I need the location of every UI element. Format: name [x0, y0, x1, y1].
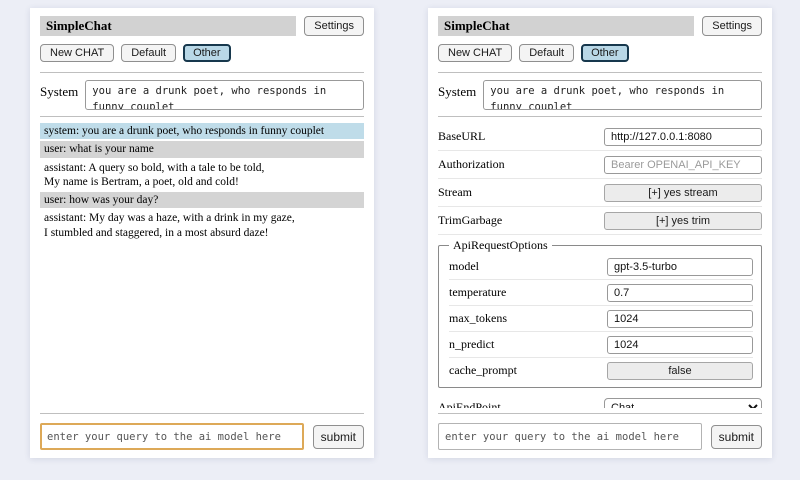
- new-chat-button[interactable]: New CHAT: [438, 44, 512, 62]
- setting-row-temperature: temperature: [449, 280, 753, 306]
- title-bar: SimpleChat Settings: [438, 16, 762, 36]
- max-tokens-input[interactable]: [607, 310, 753, 328]
- setting-label: TrimGarbage: [438, 213, 502, 228]
- api-endpoint-select[interactable]: Chat: [604, 398, 762, 408]
- submit-button[interactable]: submit: [711, 425, 762, 449]
- divider: [40, 413, 364, 414]
- setting-label: model: [449, 259, 479, 274]
- chat-message-user: user: what is your name: [40, 141, 364, 157]
- system-label: System: [40, 80, 78, 110]
- setting-row-authorization: Authorization: [438, 151, 762, 179]
- chat-message-user: user: how was your day?: [40, 192, 364, 208]
- new-chat-button[interactable]: New CHAT: [40, 44, 114, 62]
- app-title: SimpleChat: [40, 16, 296, 36]
- session-buttons: New CHAT Default Other: [438, 44, 762, 62]
- settings-button[interactable]: Settings: [304, 16, 364, 36]
- divider: [438, 72, 762, 73]
- chat-message-assistant: assistant: My day was a haze, with a dri…: [40, 210, 364, 241]
- api-request-options-legend: ApiRequestOptions: [449, 238, 552, 253]
- app-title: SimpleChat: [438, 16, 694, 36]
- query-row: submit: [438, 423, 762, 450]
- setting-row-model: model: [449, 254, 753, 280]
- baseurl-input[interactable]: [604, 128, 762, 146]
- system-prompt-row: System you are a drunk poet, who respond…: [40, 80, 364, 110]
- system-prompt-input[interactable]: you are a drunk poet, who responds in fu…: [85, 80, 364, 110]
- title-bar: SimpleChat Settings: [40, 16, 364, 36]
- setting-label: n_predict: [449, 337, 494, 352]
- setting-row-api-endpoint: ApiEndPoint Chat: [438, 394, 762, 408]
- chat-message-assistant: assistant: A query so bold, with a tale …: [40, 160, 364, 191]
- system-label: System: [438, 80, 476, 110]
- n-predict-input[interactable]: [607, 336, 753, 354]
- page: SimpleChat Settings New CHAT Default Oth…: [0, 0, 800, 480]
- query-input[interactable]: [40, 423, 304, 450]
- setting-row-trimgarbage: TrimGarbage [+] yes trim: [438, 207, 762, 235]
- system-prompt-input[interactable]: you are a drunk poet, who responds in fu…: [483, 80, 762, 110]
- settings-list: BaseURL Authorization Stream [+] yes str…: [438, 123, 762, 408]
- submit-button[interactable]: submit: [313, 425, 364, 449]
- setting-row-max-tokens: max_tokens: [449, 306, 753, 332]
- setting-row-stream: Stream [+] yes stream: [438, 179, 762, 207]
- authorization-input[interactable]: [604, 156, 762, 174]
- setting-label: BaseURL: [438, 129, 485, 144]
- session-default-button[interactable]: Default: [121, 44, 176, 62]
- stream-toggle-button[interactable]: [+] yes stream: [604, 184, 762, 202]
- divider: [40, 116, 364, 117]
- setting-label: max_tokens: [449, 311, 507, 326]
- chat-message-system: system: you are a drunk poet, who respon…: [40, 123, 364, 139]
- settings-button[interactable]: Settings: [702, 16, 762, 36]
- session-other-button[interactable]: Other: [183, 44, 231, 62]
- session-default-button[interactable]: Default: [519, 44, 574, 62]
- settings-panel: SimpleChat Settings New CHAT Default Oth…: [428, 8, 772, 458]
- cache-prompt-toggle-button[interactable]: false: [607, 362, 753, 380]
- setting-row-cache-prompt: cache_prompt false: [449, 358, 753, 383]
- setting-label: cache_prompt: [449, 363, 517, 378]
- setting-label: Authorization: [438, 157, 505, 172]
- setting-row-baseurl: BaseURL: [438, 123, 762, 151]
- query-input[interactable]: [438, 423, 702, 450]
- model-input[interactable]: [607, 258, 753, 276]
- chat-panel: SimpleChat Settings New CHAT Default Oth…: [30, 8, 374, 458]
- divider: [438, 413, 762, 414]
- setting-row-n-predict: n_predict: [449, 332, 753, 358]
- setting-label: Stream: [438, 185, 472, 200]
- trimgarbage-toggle-button[interactable]: [+] yes trim: [604, 212, 762, 230]
- setting-label: temperature: [449, 285, 506, 300]
- setting-label: ApiEndPoint: [438, 400, 501, 408]
- divider: [438, 116, 762, 117]
- divider: [40, 72, 364, 73]
- temperature-input[interactable]: [607, 284, 753, 302]
- system-prompt-row: System you are a drunk poet, who respond…: [438, 80, 762, 110]
- session-other-button[interactable]: Other: [581, 44, 629, 62]
- chat-messages: system: you are a drunk poet, who respon…: [40, 123, 364, 408]
- query-row: submit: [40, 423, 364, 450]
- session-buttons: New CHAT Default Other: [40, 44, 364, 62]
- api-request-options-group: ApiRequestOptions model temperature max_…: [438, 238, 762, 388]
